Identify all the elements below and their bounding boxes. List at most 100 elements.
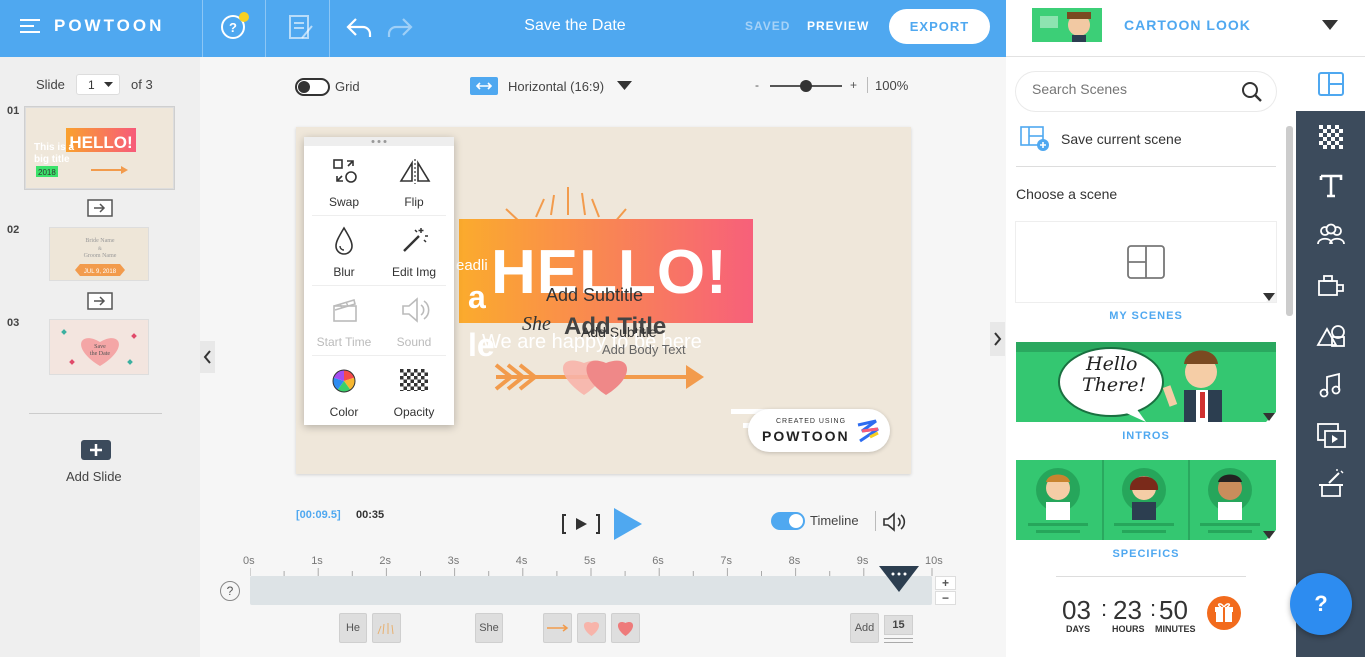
opacity-label: Opacity — [393, 405, 435, 419]
scene-category-label[interactable]: MY SCENES — [1016, 310, 1276, 322]
scene-category-label[interactable]: SPECIFICS — [1016, 548, 1276, 560]
hamburger-menu-icon[interactable] — [20, 18, 40, 34]
timeline-chip-he[interactable]: He — [339, 613, 367, 643]
opacity-tool[interactable]: Opacity — [379, 357, 449, 427]
countdown-colon: : — [1101, 596, 1108, 621]
transition-icon[interactable] — [87, 199, 113, 217]
sound-tool: Sound — [379, 287, 449, 357]
chevron-down-icon[interactable] — [1263, 531, 1275, 540]
zoom-slider-handle[interactable] — [800, 80, 812, 92]
popup-drag-handle[interactable] — [304, 137, 454, 146]
shapes-icon[interactable] — [1315, 319, 1347, 351]
canvas-body-text[interactable]: Add Body Text — [602, 342, 686, 357]
chevron-down-icon[interactable] — [1263, 293, 1275, 302]
slide-thumbnail-2[interactable]: Bride Name & Groom Name JUL 9, 2018 — [49, 227, 149, 281]
orientation-label[interactable]: Horizontal (16:9) — [508, 79, 604, 94]
magic-hat-icon[interactable] — [1315, 469, 1347, 501]
total-time: 00:35 — [356, 509, 385, 521]
search-scenes[interactable] — [1016, 72, 1276, 111]
canvas-a-fragment[interactable]: a — [468, 279, 486, 316]
divider — [875, 511, 876, 531]
media-upload-icon[interactable] — [1315, 419, 1347, 451]
play-icon[interactable] — [612, 506, 644, 542]
help-button[interactable]: ? — [1290, 573, 1352, 635]
timeline-chip-she[interactable]: She — [475, 613, 503, 643]
scene-card-specifics[interactable] — [1016, 460, 1276, 540]
collapse-right-icon[interactable] — [990, 322, 1005, 356]
scene-card-my-scenes[interactable] — [1016, 222, 1276, 302]
add-slide-button[interactable]: Add Slide — [66, 469, 122, 484]
help-notification-icon[interactable]: ? — [219, 12, 251, 44]
undo-icon[interactable] — [345, 15, 373, 41]
canvas-headline-fragment[interactable]: eadli — [456, 257, 488, 274]
timeline-chip-arrow[interactable] — [543, 613, 572, 643]
stack-line — [884, 642, 913, 643]
slide-thumbnail-3[interactable]: Save the Date — [49, 319, 149, 375]
timeline-track[interactable] — [250, 576, 932, 605]
timeline-tick-label: 4s — [515, 555, 528, 567]
timeline-tick-label: 7s — [720, 555, 733, 567]
scene-category-label[interactable]: INTROS — [1016, 430, 1276, 442]
timeline-toggle[interactable] — [771, 512, 805, 530]
timeline-zoom-in-button[interactable]: + — [935, 576, 956, 590]
zoom-in-button[interactable]: + — [850, 78, 857, 92]
swap-tool[interactable]: Swap — [309, 147, 379, 217]
chevron-down-icon[interactable] — [1322, 20, 1338, 32]
save-scene-icon[interactable] — [1020, 126, 1050, 152]
countdown-minutes: 50 — [1159, 595, 1188, 625]
chevron-down-icon[interactable] — [617, 81, 632, 91]
redo-icon[interactable] — [386, 15, 414, 41]
timeline-chip-heart-2[interactable] — [611, 613, 640, 643]
style-selector[interactable]: CARTOON LOOK — [1006, 0, 1365, 57]
gift-icon[interactable] — [1207, 596, 1241, 630]
powtoon-watermark[interactable]: CREATED USING POWTOON — [748, 409, 890, 452]
timeline-chip-rays[interactable] — [372, 613, 401, 643]
backgrounds-checker-icon[interactable] — [1315, 121, 1347, 153]
chevron-down-icon[interactable] — [1263, 413, 1275, 422]
flip-tool[interactable]: Flip — [379, 147, 449, 217]
edit-img-tool[interactable]: Edit Img — [379, 217, 449, 287]
divider — [312, 285, 446, 286]
slide-selector[interactable]: 1 — [76, 74, 120, 95]
slide-thumbnail-1[interactable]: HELLO! This is a big title 2018 — [25, 107, 174, 189]
blur-tool[interactable]: Blur — [309, 217, 379, 287]
timeline-tick-label: 10s — [925, 555, 943, 567]
scenes-scrollbar[interactable] — [1286, 126, 1293, 316]
grid-toggle[interactable] — [295, 78, 330, 96]
timeline-chip-heart-1[interactable] — [577, 613, 606, 643]
timeline-zoom-out-button[interactable]: − — [935, 591, 956, 605]
scenes-tab-active[interactable] — [1296, 57, 1365, 111]
horizontal-orientation-icon[interactable] — [470, 77, 498, 95]
svg-text:Save: Save — [94, 344, 106, 350]
search-input[interactable] — [1032, 81, 1232, 97]
canvas-subtitle[interactable]: Add Subtitle — [546, 285, 643, 306]
playhead[interactable] — [879, 566, 919, 594]
add-slide-icon[interactable] — [81, 440, 111, 460]
timeline-stack-count[interactable]: 15 — [884, 615, 913, 643]
timeline-chip-add[interactable]: Add — [850, 613, 879, 643]
powtoon-logo-icon — [856, 419, 880, 443]
choose-scene-heading: Choose a scene — [1016, 186, 1118, 202]
characters-icon[interactable] — [1315, 219, 1347, 251]
collapse-left-icon[interactable] — [200, 341, 215, 373]
scene-card-intros[interactable]: Hello There! — [1016, 342, 1276, 422]
divider — [265, 0, 266, 57]
music-icon[interactable] — [1315, 369, 1347, 401]
document-title[interactable]: Save the Date — [470, 17, 680, 35]
text-icon[interactable] — [1315, 169, 1347, 201]
timeline-help-icon[interactable]: ? — [220, 581, 240, 601]
color-tool[interactable]: Color — [309, 357, 379, 427]
search-icon[interactable] — [1241, 81, 1263, 103]
volume-icon[interactable] — [882, 512, 910, 532]
scenes-layout-icon — [1318, 72, 1344, 96]
transition-icon[interactable] — [87, 292, 113, 310]
notes-icon[interactable] — [288, 14, 314, 42]
props-icon[interactable] — [1315, 269, 1347, 301]
export-button[interactable]: EXPORT — [889, 9, 990, 44]
zoom-out-button[interactable]: - — [755, 78, 759, 92]
play-current-slide-icon[interactable] — [561, 512, 601, 536]
save-current-scene-button[interactable]: Save current scene — [1061, 131, 1182, 147]
color-label: Color — [329, 405, 359, 419]
chip-label: He — [345, 622, 361, 634]
preview-button[interactable]: PREVIEW — [807, 19, 869, 33]
